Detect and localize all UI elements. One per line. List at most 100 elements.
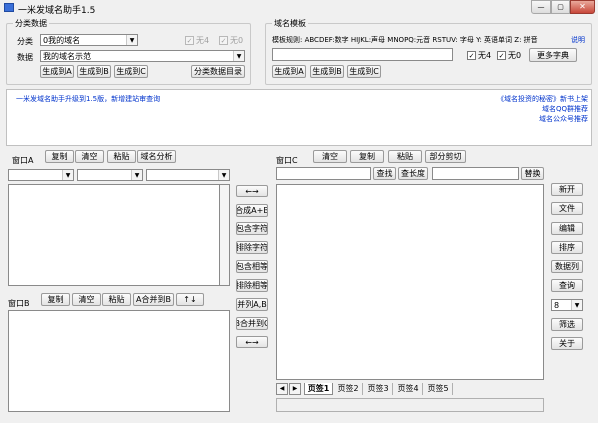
window-b-merge-button[interactable]: A合并到B xyxy=(133,293,174,306)
checkbox-box: ✓ xyxy=(497,51,506,60)
template-gen-a-button[interactable]: 生成到A xyxy=(272,65,306,78)
chevron-down-icon[interactable]: ▼ xyxy=(571,300,582,310)
category-dir-button[interactable]: 分类数据目录 xyxy=(191,65,245,78)
category-select[interactable]: 0我的域名 ▼ xyxy=(40,34,138,46)
window-b-textarea[interactable] xyxy=(8,310,230,412)
find-button[interactable]: 查找 xyxy=(373,167,396,180)
window-a-filter-3[interactable]: ▼ xyxy=(146,169,230,181)
sort-button[interactable]: 排序 xyxy=(551,241,583,254)
minimize-icon: — xyxy=(537,3,545,11)
checkbox-box: ✓ xyxy=(467,51,476,60)
window-a-filter-2[interactable]: ▼ xyxy=(77,169,143,181)
window-c-cut-button[interactable]: 部分剪切 xyxy=(425,150,466,163)
template-none0-checkbox[interactable]: ✓ 无0 xyxy=(497,50,521,61)
data-select[interactable]: 我的域名示范 ▼ xyxy=(40,50,245,62)
title-bar: 一米发域名助手1.5 — ▢ ✕ xyxy=(0,0,598,16)
swap-bc-button[interactable]: ←→ xyxy=(236,336,268,348)
swap-ac-button[interactable]: ←→ xyxy=(236,185,268,197)
data-column-button[interactable]: 数据列 xyxy=(551,260,583,273)
tab-2[interactable]: 页签2 xyxy=(334,383,363,395)
column-select[interactable]: 8 ▼ xyxy=(551,299,583,311)
tab-3-label: 页签3 xyxy=(367,384,389,393)
window-a-textarea[interactable] xyxy=(8,184,220,286)
chevron-down-icon[interactable]: ▼ xyxy=(233,51,244,61)
window-c-clear-button[interactable]: 清空 xyxy=(313,150,347,163)
category-none4-label: 无4 xyxy=(196,36,210,45)
category-gen-b-button[interactable]: 生成到B xyxy=(77,65,111,78)
category-group-title: 分类数据 xyxy=(13,18,49,29)
window-c-paste-button[interactable]: 粘贴 xyxy=(388,150,422,163)
app-icon xyxy=(4,3,14,12)
wechat-link[interactable]: 域名公众号推荐 xyxy=(539,114,588,124)
exclude-same-button[interactable]: 排除相等 xyxy=(236,279,268,292)
data-select-value: 我的域名示范 xyxy=(43,51,91,61)
checkbox-box: ✓ xyxy=(185,36,194,45)
category-gen-a-button[interactable]: 生成到A xyxy=(40,65,74,78)
tab-4-label: 页签4 xyxy=(397,384,419,393)
category-gen-c-button[interactable]: 生成到C xyxy=(114,65,148,78)
minimize-button[interactable]: — xyxy=(531,0,551,14)
category-none4-checkbox[interactable]: ✓ 无4 xyxy=(185,35,209,46)
close-icon: ✕ xyxy=(579,2,586,11)
new-button[interactable]: 新开 xyxy=(551,183,583,196)
file-button[interactable]: 文件 xyxy=(551,202,583,215)
filter-button[interactable]: 筛选 xyxy=(551,318,583,331)
exclude-chars-button[interactable]: 排除字符 xyxy=(236,241,268,254)
merge-bc-button[interactable]: B合并到C xyxy=(236,317,268,330)
replace-input[interactable] xyxy=(432,167,519,180)
chevron-down-icon[interactable]: ▼ xyxy=(62,170,73,180)
window-b-label: 窗口B xyxy=(8,299,30,308)
template-gen-b-button[interactable]: 生成到B xyxy=(310,65,344,78)
find-length-button[interactable]: 查长度 xyxy=(398,167,428,180)
category-none0-checkbox[interactable]: ✓ 无0 xyxy=(219,35,243,46)
template-input[interactable] xyxy=(272,48,453,61)
category-select-value: 0我的域名 xyxy=(43,35,81,45)
chevron-down-icon[interactable]: ▼ xyxy=(131,170,142,180)
window-b-paste-button[interactable]: 粘贴 xyxy=(102,293,131,306)
tab-2-label: 页签2 xyxy=(337,384,359,393)
column-select-value: 8 xyxy=(554,300,560,310)
parallel-ab-button[interactable]: 并列A,B xyxy=(236,298,268,311)
maximize-button[interactable]: ▢ xyxy=(551,0,570,14)
news-link[interactable]: 一米发域名助手升级到1.5版，新增建站审查询 xyxy=(16,94,160,104)
template-gen-c-button[interactable]: 生成到C xyxy=(347,65,381,78)
window-b-clear-button[interactable]: 清空 xyxy=(72,293,101,306)
window-a-analyze-button[interactable]: 域名分析 xyxy=(137,150,176,163)
window-b-sort-button[interactable]: ↑↓ xyxy=(176,293,204,306)
tab-4[interactable]: 页签4 xyxy=(394,383,423,395)
window-c-label: 窗口C xyxy=(276,156,298,165)
tab-5[interactable]: 页签5 xyxy=(424,383,453,395)
window-c-copy-button[interactable]: 复制 xyxy=(350,150,384,163)
close-button[interactable]: ✕ xyxy=(570,0,595,14)
category-label: 分类 xyxy=(17,37,33,46)
chevron-down-icon[interactable]: ▼ xyxy=(218,170,229,180)
chevron-down-icon[interactable]: ▼ xyxy=(126,35,137,45)
template-group-title: 域名模板 xyxy=(272,18,308,29)
contain-chars-button[interactable]: 包含字符 xyxy=(236,222,268,235)
book-link[interactable]: 《域名投资的秘密》新书上架 xyxy=(497,94,588,104)
template-none4-checkbox[interactable]: ✓ 无4 xyxy=(467,50,491,61)
qq-group-link[interactable]: 域名QQ群推荐 xyxy=(542,104,588,114)
query-button[interactable]: 查询 xyxy=(551,279,583,292)
about-button[interactable]: 关于 xyxy=(551,337,583,350)
replace-button[interactable]: 替换 xyxy=(521,167,544,180)
find-input[interactable] xyxy=(276,167,371,180)
contain-same-button[interactable]: 包含相等 xyxy=(236,260,268,273)
window-a-filter-1[interactable]: ▼ xyxy=(8,169,74,181)
tab-3[interactable]: 页签3 xyxy=(364,383,393,395)
window-c-textarea[interactable] xyxy=(276,184,544,380)
window-a-copy-button[interactable]: 复制 xyxy=(45,150,74,163)
tab-1[interactable]: 页签1 xyxy=(304,383,333,395)
window-a-clear-button[interactable]: 清空 xyxy=(75,150,104,163)
more-dict-button[interactable]: 更多字典 xyxy=(529,48,577,62)
data-label: 数据 xyxy=(17,53,33,62)
window-b-copy-button[interactable]: 复制 xyxy=(41,293,70,306)
template-help-link[interactable]: 说明 xyxy=(571,35,585,45)
edit-button[interactable]: 编辑 xyxy=(551,222,583,235)
merge-ab-button[interactable]: 合成A+B xyxy=(236,204,268,217)
window-a-scrollbar[interactable] xyxy=(219,184,230,286)
tab-next-button[interactable]: ▶ xyxy=(289,383,301,395)
tab-prev-button[interactable]: ◀ xyxy=(276,383,288,395)
maximize-icon: ▢ xyxy=(557,3,564,11)
window-a-paste-button[interactable]: 粘贴 xyxy=(107,150,136,163)
